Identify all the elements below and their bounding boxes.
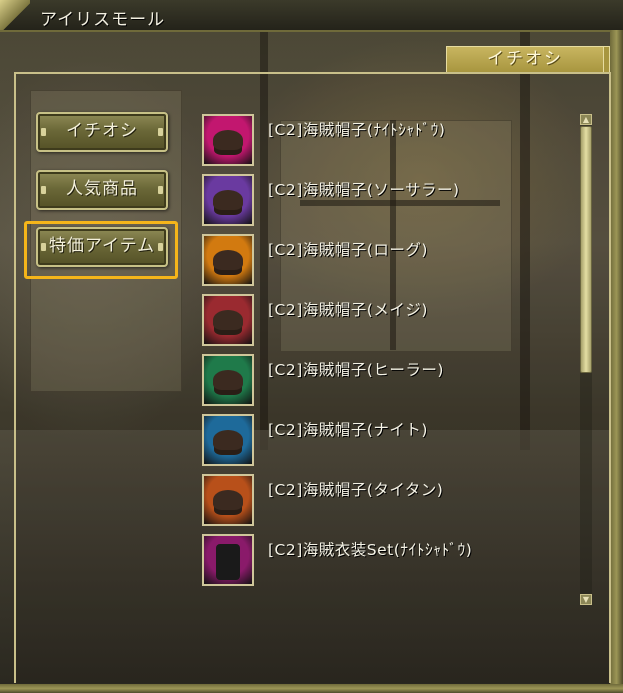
nav-button-special-price[interactable]: 特価アイテム: [36, 227, 168, 267]
scroll-down-icon[interactable]: ▼: [580, 594, 592, 605]
item-thumbnail: [202, 534, 254, 586]
scroll-up-icon[interactable]: ▲: [580, 114, 592, 125]
item-name: [C2]海賊衣装Set(ﾅｲﾄｼｬﾄﾞｳ): [268, 541, 473, 559]
item-name: [C2]海賊帽子(ローグ): [268, 241, 428, 259]
tab-ichioshi[interactable]: イチオシ: [446, 46, 604, 73]
item-name: [C2]海賊帽子(ヒーラー): [268, 361, 444, 379]
list-item[interactable]: [C2]海賊帽子(タイタン): [202, 474, 572, 530]
list-item[interactable]: [C2]海賊衣装Set(ﾅｲﾄｼｬﾄﾞｳ): [202, 534, 572, 590]
list-item[interactable]: [C2]海賊帽子(ソーサラー): [202, 174, 572, 230]
window-title: アイリスモール: [40, 10, 166, 30]
list-item[interactable]: [C2]海賊帽子(メイジ): [202, 294, 572, 350]
item-name: [C2]海賊帽子(メイジ): [268, 301, 428, 319]
pirate-hat-icon: [213, 490, 243, 510]
item-name: [C2]海賊帽子(ソーサラー): [268, 181, 460, 199]
pirate-hat-icon: [213, 430, 243, 450]
pirate-hat-icon: [213, 130, 243, 150]
item-thumbnail: [202, 174, 254, 226]
nav-button-popular[interactable]: 人気商品: [36, 170, 168, 210]
scrollbar-thumb[interactable]: [580, 126, 592, 373]
pirate-hat-icon: [213, 370, 243, 390]
list-item[interactable]: [C2]海賊帽子(ﾅｲﾄｼｬﾄﾞｳ): [202, 114, 572, 170]
item-thumbnail: [202, 474, 254, 526]
pirate-hat-icon: [213, 250, 243, 270]
list-item[interactable]: [C2]海賊帽子(ナイト): [202, 414, 572, 470]
list-item[interactable]: [C2]海賊帽子(ローグ): [202, 234, 572, 290]
pirate-costume-icon: [216, 544, 240, 580]
window-corner-icon: [0, 0, 30, 30]
item-thumbnail: [202, 114, 254, 166]
item-thumbnail: [202, 354, 254, 406]
window-frame-bottom: [0, 684, 623, 693]
list-item[interactable]: [C2]海賊帽子(ヒーラー): [202, 354, 572, 410]
item-name: [C2]海賊帽子(ナイト): [268, 421, 428, 439]
item-thumbnail: [202, 294, 254, 346]
nav-button-ichioshi[interactable]: イチオシ: [36, 112, 168, 152]
item-thumbnail: [202, 234, 254, 286]
item-name: [C2]海賊帽子(タイタン): [268, 481, 444, 499]
title-bar[interactable]: アイリスモール: [0, 0, 623, 32]
pirate-hat-icon: [213, 310, 243, 330]
pirate-hat-icon: [213, 190, 243, 210]
item-thumbnail: [202, 414, 254, 466]
window-frame-right: [610, 30, 623, 693]
tab-edge: [604, 46, 610, 73]
item-name: [C2]海賊帽子(ﾅｲﾄｼｬﾄﾞｳ): [268, 121, 446, 139]
